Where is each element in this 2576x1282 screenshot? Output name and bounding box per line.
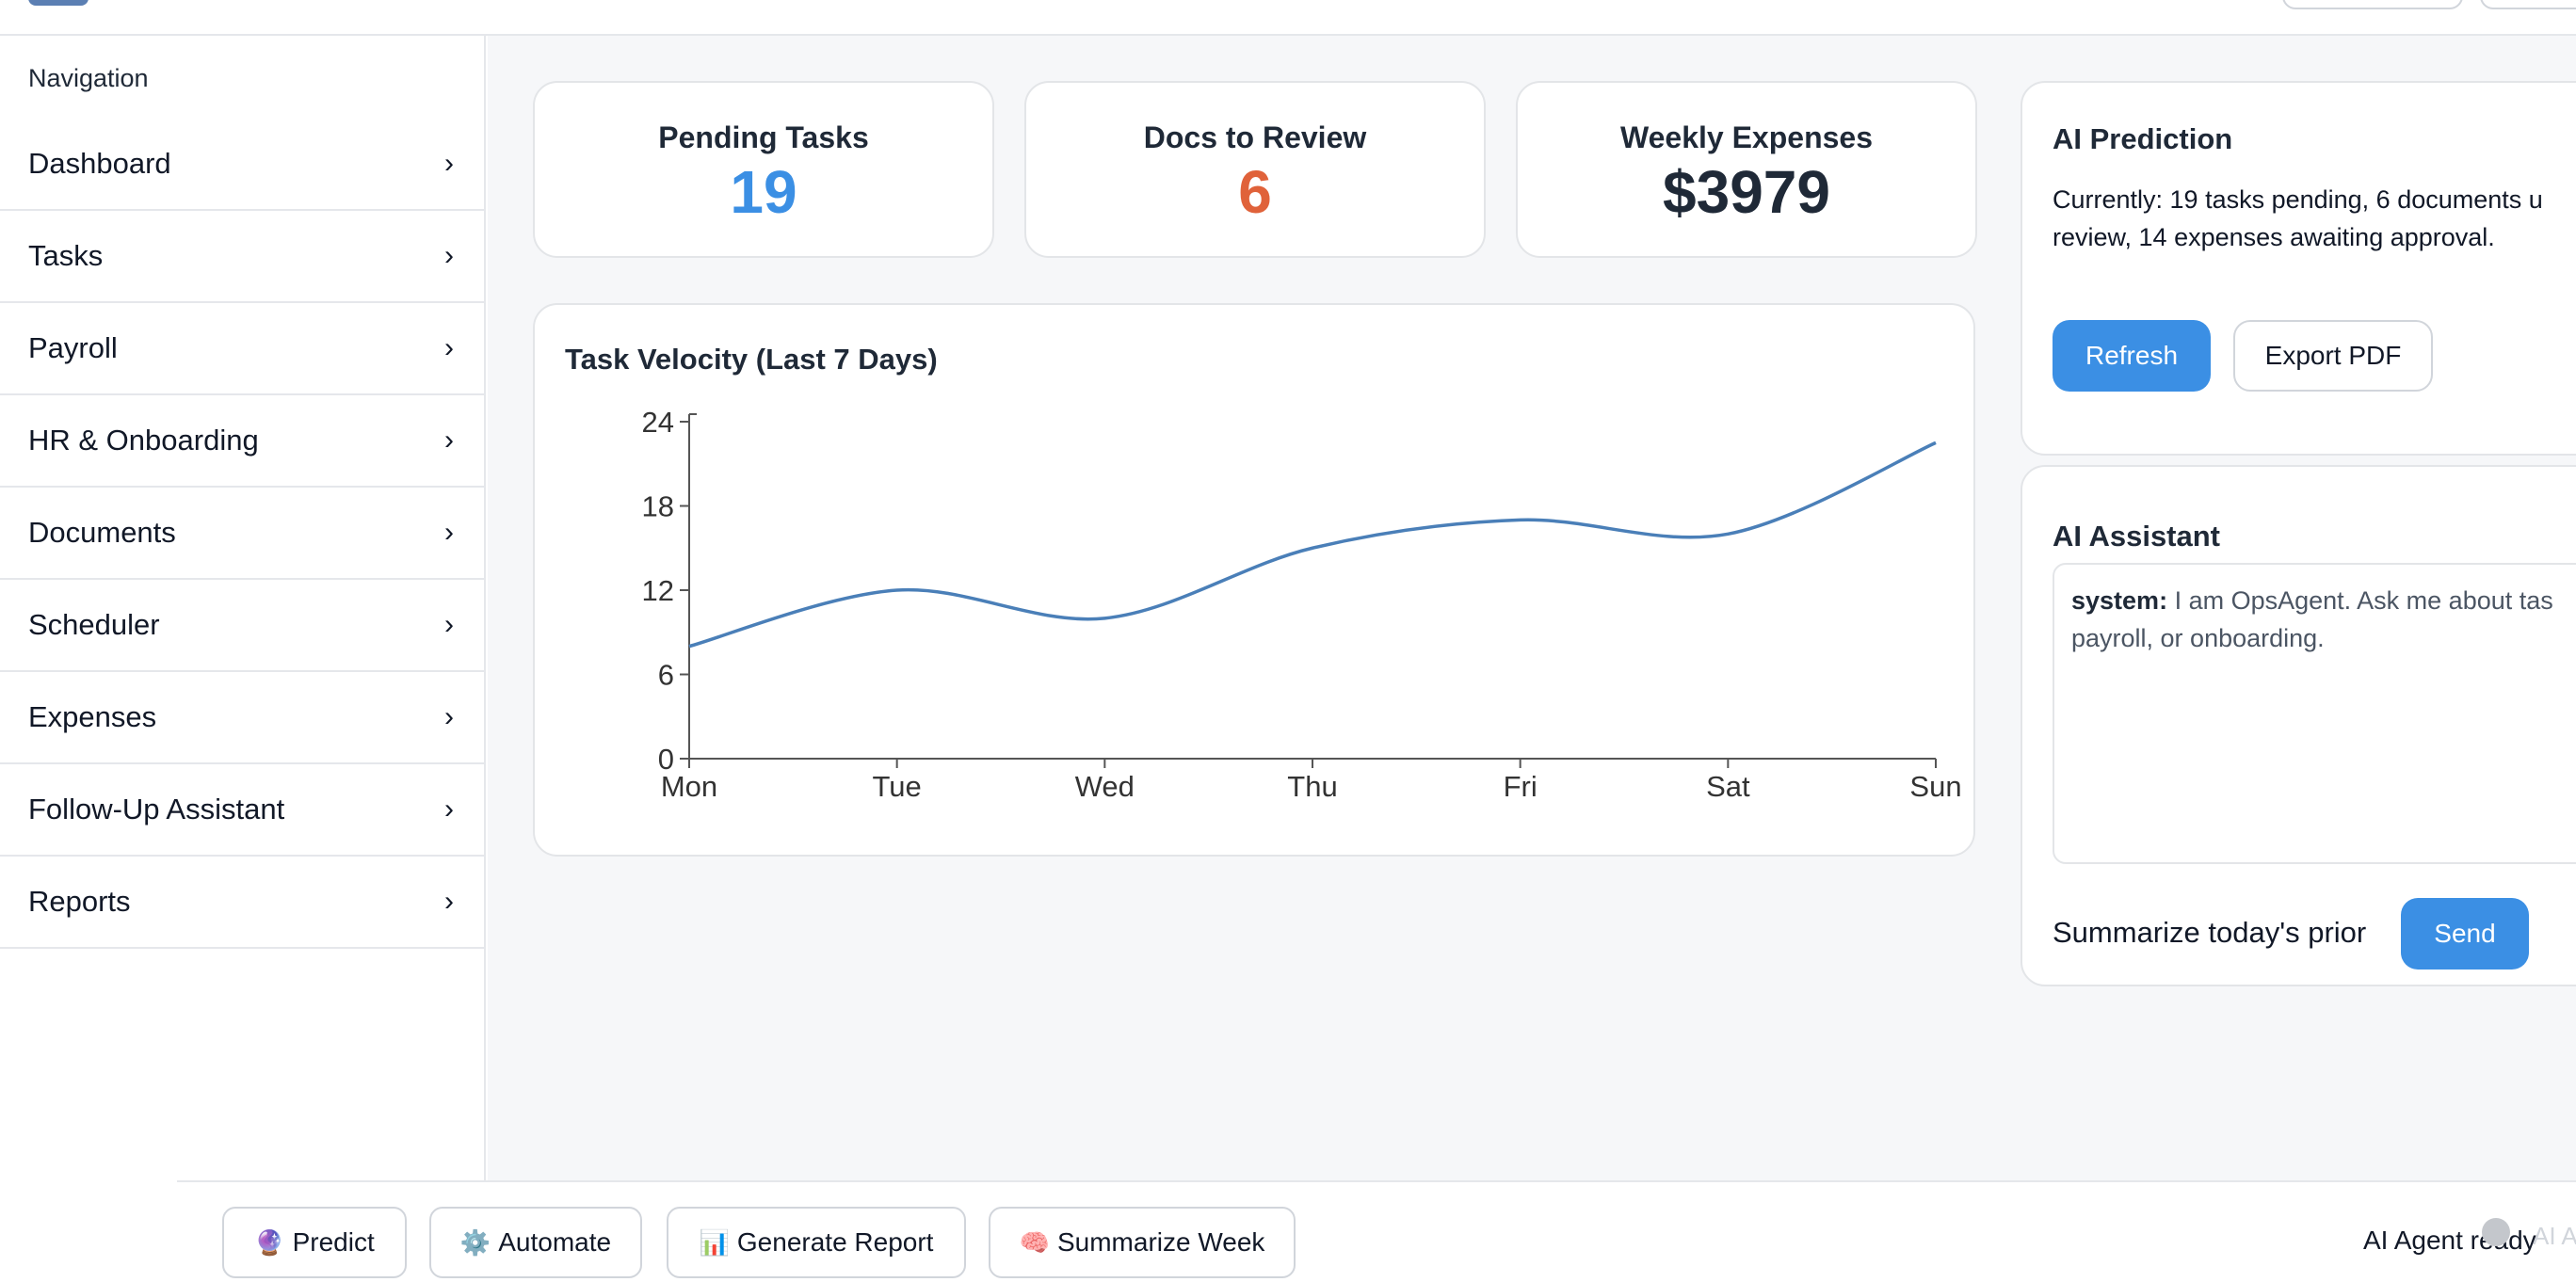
chevron-right-icon: › (444, 517, 454, 548)
agent-status-text: AI Agent ready (2363, 1226, 2536, 1255)
app-logo (28, 0, 89, 6)
x-tick-label: Thu (1287, 770, 1337, 803)
sidebar-item-label: Payroll (28, 331, 118, 364)
action-label: Generate Report (736, 1227, 934, 1257)
chevron-right-icon: › (444, 793, 454, 825)
sidebar-title: Navigation (28, 64, 149, 92)
action-label: Summarize Week (1056, 1227, 1265, 1257)
x-tick-label: Sat (1706, 770, 1750, 803)
chat-input[interactable] (2053, 909, 2384, 956)
sidebar-item-scheduler[interactable]: Scheduler › (0, 580, 486, 672)
sidebar-item-label: Expenses (28, 700, 157, 733)
chat-message-continuation: payroll, or onboarding. (2071, 624, 2325, 652)
stat-value: 19 (730, 158, 797, 226)
sidebar-item-dashboard[interactable]: Dashboard › (0, 119, 486, 211)
sidebar-item-label: Reports (28, 885, 131, 918)
chevron-right-icon: › (444, 701, 454, 732)
stat-value: $3979 (1663, 158, 1830, 226)
sidebar-item-hr-onboarding[interactable]: HR & Onboarding › (0, 395, 486, 488)
ai-prediction-text: Currently: 19 tasks pending, 6 documents… (2053, 181, 2576, 256)
chevron-right-icon: › (444, 332, 454, 363)
top-bar (0, 0, 2576, 36)
sidebar-item-label: HR & Onboarding (28, 424, 259, 457)
stat-label: Weekly Expenses (1619, 120, 1873, 154)
y-tick-label: 6 (658, 659, 674, 692)
task-velocity-chart: 06121824Mon Tue Wed Thu Fri Sat Sun (642, 406, 1962, 803)
ai-prediction-line: review, 14 expenses awaiting approval. (2053, 223, 2495, 251)
export-pdf-button[interactable]: Export PDF (2233, 320, 2433, 392)
y-tick-label: 24 (642, 406, 674, 439)
stat-label: Docs to Review (1143, 120, 1367, 154)
sidebar-item-label: Documents (28, 516, 176, 549)
chat-log[interactable]: system: I am OpsAgent. Ask me about tas … (2053, 563, 2576, 864)
refresh-button[interactable]: Refresh (2053, 320, 2211, 392)
generate-report-button[interactable]: 📊 Generate Report (667, 1207, 966, 1278)
stat-card-pending-tasks: Pending Tasks 19 (533, 81, 994, 258)
sidebar-item-label: Follow-Up Assistant (28, 793, 285, 825)
chevron-right-icon: › (444, 425, 454, 456)
ai-prediction-card: AI Prediction Currently: 19 tasks pendin… (2021, 81, 2576, 456)
sidebar-item-documents[interactable]: Documents › (0, 488, 486, 580)
predict-button[interactable]: 🔮 Predict (222, 1207, 407, 1278)
chevron-right-icon: › (444, 886, 454, 917)
x-tick-label: Wed (1075, 770, 1135, 803)
x-tick-label: Fri (1504, 770, 1538, 803)
top-bar-button[interactable] (2480, 0, 2576, 9)
sidebar-item-tasks[interactable]: Tasks › (0, 211, 486, 303)
sidebar: Navigation Dashboard › Tasks › Payroll › HR… (0, 36, 486, 1180)
agent-status-overflow-text: AI A (2533, 1222, 2576, 1250)
bar-chart-icon: 📊 (699, 1227, 730, 1257)
ai-assistant-card: AI Assistant system: I am OpsAgent. Ask … (2021, 465, 2576, 986)
stat-card-weekly-expenses: Weekly Expenses $3979 (1516, 81, 1977, 258)
chat-message-role: system: (2071, 586, 2168, 615)
stat-label: Pending Tasks (658, 120, 869, 154)
main-content: Pending Tasks 19 Docs to Review 6 Weekly… (488, 36, 2576, 1180)
bottom-action-bar: 🔮 Predict ⚙️ Automate 📊 Generate Report 🧠 Su… (0, 1180, 2576, 1282)
x-tick-label: Sun (1909, 770, 1961, 803)
series-line (688, 441, 1937, 649)
y-tick-label: 18 (642, 490, 674, 523)
ai-prediction-line: Currently: 19 tasks pending, 6 documents… (2053, 185, 2543, 214)
x-tick-label: Tue (873, 770, 922, 803)
bottom-divider (177, 1180, 2576, 1182)
brain-icon: 🧠 (1019, 1227, 1050, 1257)
sidebar-item-reports[interactable]: Reports › (0, 857, 486, 949)
action-label: Automate (498, 1227, 612, 1257)
action-label: Predict (292, 1227, 375, 1257)
stat-value: 6 (1238, 158, 1272, 226)
sidebar-item-label: Tasks (28, 239, 104, 272)
ai-assistant-title: AI Assistant (2053, 520, 2221, 553)
crystal-ball-icon: 🔮 (254, 1227, 285, 1257)
sidebar-item-expenses[interactable]: Expenses › (0, 672, 486, 764)
y-tick-label: 12 (642, 574, 674, 607)
sidebar-nav: Dashboard › Tasks › Payroll › HR & Onboardi… (0, 119, 486, 949)
status-indicator-dot (2482, 1218, 2510, 1246)
ai-prediction-title: AI Prediction (2053, 122, 2233, 155)
chevron-right-icon: › (444, 609, 454, 640)
x-tick-label: Mon (661, 770, 717, 803)
automate-button[interactable]: ⚙️ Automate (429, 1207, 642, 1278)
top-bar-button[interactable] (2282, 0, 2463, 9)
bottom-divider-gap (0, 1180, 177, 1182)
sidebar-item-label: Scheduler (28, 608, 160, 641)
sidebar-item-label: Dashboard (28, 147, 171, 180)
summarize-week-button[interactable]: 🧠 Summarize Week (989, 1207, 1296, 1278)
chat-message-text: I am OpsAgent. Ask me about tas (2167, 586, 2553, 615)
task-velocity-chart-card: Task Velocity (Last 7 Days) 0 6 12 18 24 Mon T… (533, 303, 1975, 857)
chat-message: system: I am OpsAgent. Ask me about tas (2071, 582, 2576, 619)
sidebar-item-payroll[interactable]: Payroll › (0, 303, 486, 395)
stat-card-docs-to-review: Docs to Review 6 (1024, 81, 1486, 258)
sidebar-item-follow-up-assistant[interactable]: Follow-Up Assistant › (0, 764, 486, 857)
send-button[interactable]: Send (2401, 898, 2529, 970)
gear-icon: ⚙️ (459, 1227, 491, 1257)
chevron-right-icon: › (444, 240, 454, 271)
chevron-right-icon: › (444, 148, 454, 179)
